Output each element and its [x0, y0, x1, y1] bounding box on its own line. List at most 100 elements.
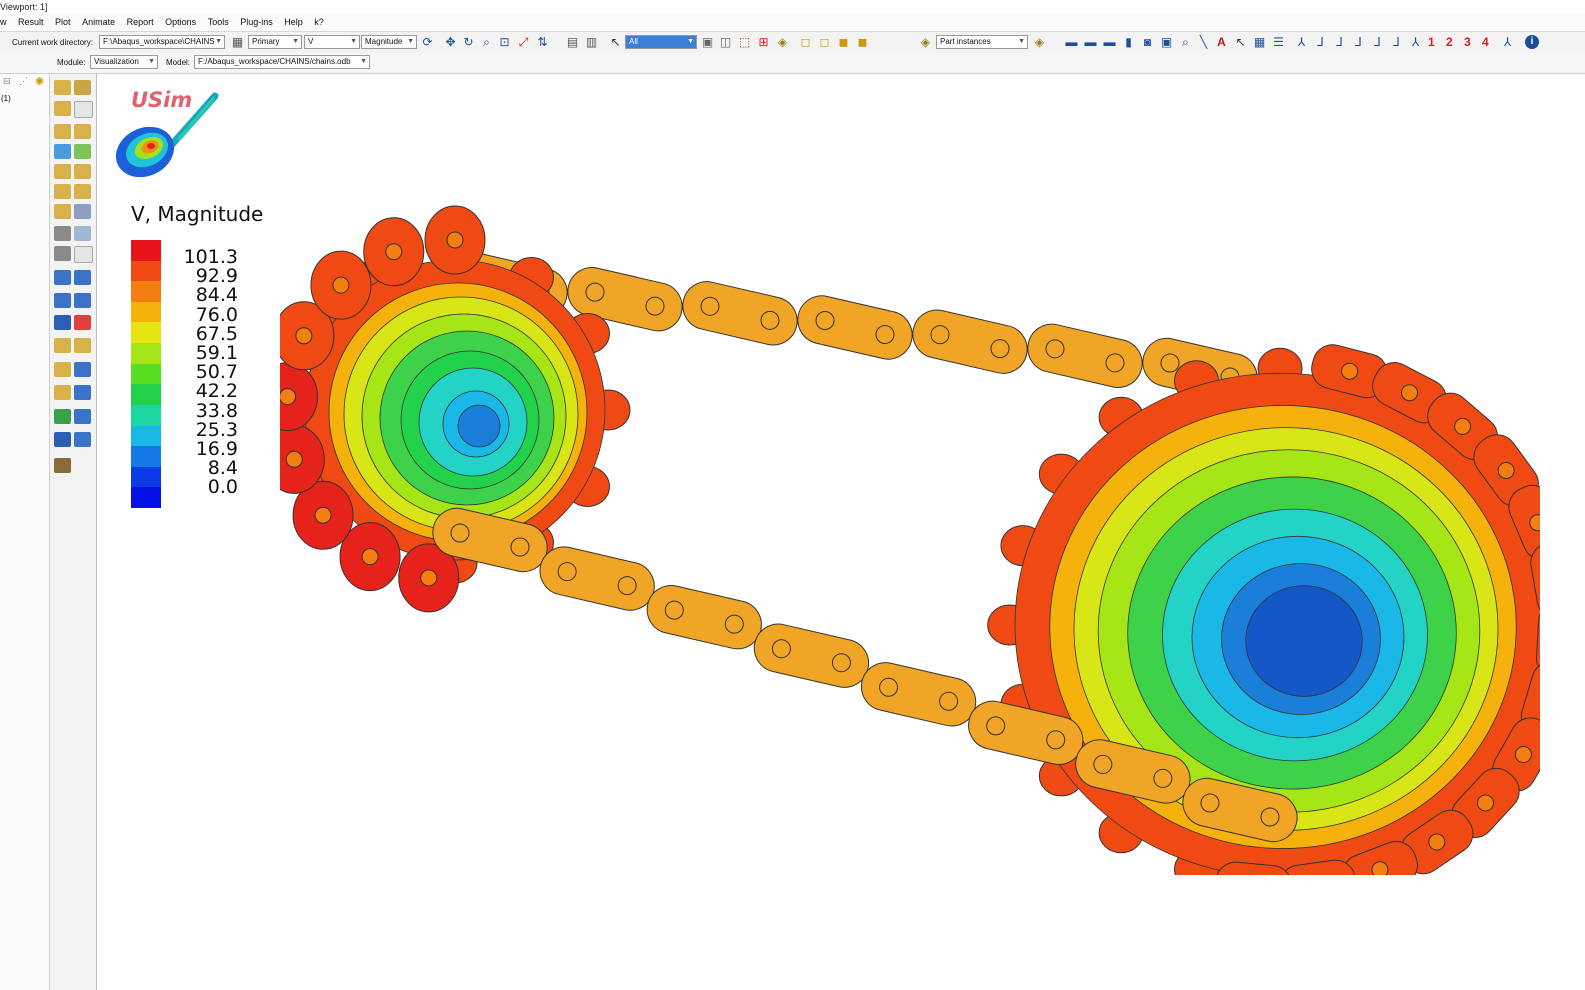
select-region-icon[interactable]: ⬚	[737, 35, 752, 50]
magnify-icon[interactable]: ⌕	[1178, 35, 1193, 50]
box-zoom-icon[interactable]: ⊡	[497, 35, 512, 50]
line-tool-icon[interactable]: ╲	[1196, 35, 1211, 50]
contour-options-icon[interactable]	[74, 144, 91, 159]
render-style-icon[interactable]: ◈	[775, 35, 790, 50]
menu-item-plot[interactable]: Plot	[55, 14, 71, 31]
overlay-icon[interactable]	[54, 204, 71, 219]
ply-options-icon[interactable]	[74, 184, 91, 199]
replace-group-icon[interactable]: ◈	[1032, 35, 1047, 50]
context-help-icon[interactable]: k?	[314, 14, 324, 31]
plot-contours-icon[interactable]	[54, 101, 71, 116]
tree-toolbar-icon[interactable]: ⊟	[3, 76, 11, 87]
info-icon[interactable]: i	[1525, 35, 1539, 49]
path-icon[interactable]	[54, 315, 71, 330]
lightbulb-icon[interactable]: ✺	[35, 75, 44, 88]
stream-icon[interactable]	[54, 409, 71, 424]
menu-item-plugins[interactable]: Plug-ins	[240, 14, 273, 31]
list-icon[interactable]: ☰	[1271, 35, 1286, 50]
filled-icon[interactable]: ◼	[836, 35, 851, 50]
select-box-icon[interactable]: ◫	[718, 35, 733, 50]
menu-item-animate[interactable]: Animate	[82, 14, 115, 31]
module-combo[interactable]: Visualization ▼	[90, 55, 158, 69]
text-annotation-icon[interactable]: A	[1214, 35, 1229, 50]
chain-sprocket-model[interactable]	[280, 195, 1540, 875]
primary-combo[interactable]: Primary ▼	[248, 35, 302, 49]
path-plot-icon[interactable]	[74, 315, 91, 330]
view-bottom-icon[interactable]: ⅃	[1370, 35, 1385, 50]
select-options-icon[interactable]: ⊞	[756, 35, 771, 50]
pan-icon[interactable]: ✥	[443, 35, 458, 50]
plot-symbols-icon[interactable]	[74, 101, 93, 118]
layout-4-icon[interactable]: ▮	[1121, 35, 1136, 50]
model-combo[interactable]: F:/Abaqus_workspace/CHAINS/chains.odb ▼	[194, 55, 370, 69]
view-3-button[interactable]: 3	[1464, 35, 1471, 50]
view-right-icon[interactable]: ⅄	[1408, 35, 1423, 50]
common-options-icon[interactable]	[54, 144, 71, 159]
display-group-icon[interactable]: ◈	[918, 35, 933, 50]
probe-icon[interactable]: ▥	[584, 35, 599, 50]
menu-item-window[interactable]: w	[0, 14, 7, 31]
view-4-button[interactable]: 4	[1482, 35, 1489, 50]
view-axes-icon[interactable]: ⅄	[1500, 35, 1515, 50]
animate-options-icon[interactable]	[74, 246, 93, 263]
material-options-icon[interactable]	[74, 164, 91, 179]
animate-time-icon[interactable]	[74, 226, 91, 241]
layout-1-icon[interactable]: ▬	[1064, 35, 1079, 50]
query-tool-icon[interactable]	[54, 458, 71, 473]
menu-item-tools[interactable]: Tools	[208, 14, 229, 31]
display-group-tool-icon[interactable]	[54, 385, 71, 400]
shaded-icon[interactable]: ◼	[855, 35, 870, 50]
plot-multiple-icon[interactable]	[74, 124, 91, 139]
view-cut-icon[interactable]	[54, 338, 71, 353]
xy-data-icon[interactable]	[54, 293, 71, 308]
viewport-icon[interactable]: ▣	[1159, 35, 1174, 50]
menu-item-result[interactable]: Result	[18, 14, 44, 31]
invariant-combo[interactable]: Magnitude ▼	[361, 35, 417, 49]
symbol-options-icon[interactable]	[54, 164, 71, 179]
table-icon[interactable]: ▦	[1252, 35, 1267, 50]
refresh-icon[interactable]: ⟳	[420, 35, 435, 50]
view-back-icon[interactable]: ⅃	[1332, 35, 1347, 50]
workdir-combo[interactable]: F:\Abaqus_workspace\CHAINS ▼	[99, 35, 225, 49]
view-2-button[interactable]: 2	[1446, 35, 1453, 50]
plot-material-icon[interactable]	[54, 124, 71, 139]
stream-manager-icon[interactable]	[74, 409, 91, 424]
menu-item-report[interactable]: Report	[127, 14, 154, 31]
variable-combo[interactable]: V ▼	[304, 35, 360, 49]
view-left-icon[interactable]: ⅃	[1389, 35, 1404, 50]
wireframe-icon[interactable]: ◻	[798, 35, 813, 50]
csys-icon[interactable]	[54, 270, 71, 285]
selection-combo[interactable]: All ▼	[625, 35, 697, 49]
animate-scale-icon[interactable]	[54, 226, 71, 241]
menu-item-help[interactable]: Help	[284, 14, 303, 31]
xy-manager-icon[interactable]	[74, 293, 91, 308]
layout-3-icon[interactable]: ▬	[1102, 35, 1117, 50]
select-cursor-icon[interactable]: ↖	[608, 35, 623, 50]
step-icon[interactable]: ▦	[230, 35, 245, 50]
view-1-button[interactable]: 1	[1428, 35, 1435, 50]
animate-harmonic-icon[interactable]	[54, 246, 71, 261]
camera-icon[interactable]: ◙	[1140, 35, 1155, 50]
tree-filter-icon[interactable]: ⋰	[19, 76, 28, 87]
view-iso-icon[interactable]: ⅄	[1294, 35, 1309, 50]
query-icon[interactable]: ▤	[565, 35, 580, 50]
active-views-icon[interactable]	[54, 432, 71, 447]
active-views-manager-icon[interactable]	[74, 432, 91, 447]
display-group-combo[interactable]: Part instances ▼	[936, 35, 1028, 49]
plot-deformed-icon[interactable]	[74, 80, 91, 95]
overlay-options-icon[interactable]	[74, 204, 91, 219]
view-cut-manager-icon[interactable]	[74, 338, 91, 353]
plot-undeformed-icon[interactable]	[54, 80, 71, 95]
menu-item-options[interactable]: Options	[165, 14, 196, 31]
pointer-icon[interactable]: ↖	[1233, 35, 1248, 50]
csys-manager-icon[interactable]	[74, 270, 91, 285]
view-top-icon[interactable]: ⅃	[1351, 35, 1366, 50]
layout-2-icon[interactable]: ▬	[1083, 35, 1098, 50]
zoom-icon[interactable]: ⌕	[479, 35, 494, 50]
rotate-icon[interactable]: ↻	[461, 35, 476, 50]
display-group-manager-icon[interactable]	[74, 385, 91, 400]
hidden-line-icon[interactable]: ◻	[817, 35, 832, 50]
select-filter-icon[interactable]: ▣	[700, 35, 715, 50]
cycle-views-icon[interactable]: ⇅	[535, 35, 550, 50]
auto-fit-icon[interactable]: ⤢	[516, 35, 531, 50]
